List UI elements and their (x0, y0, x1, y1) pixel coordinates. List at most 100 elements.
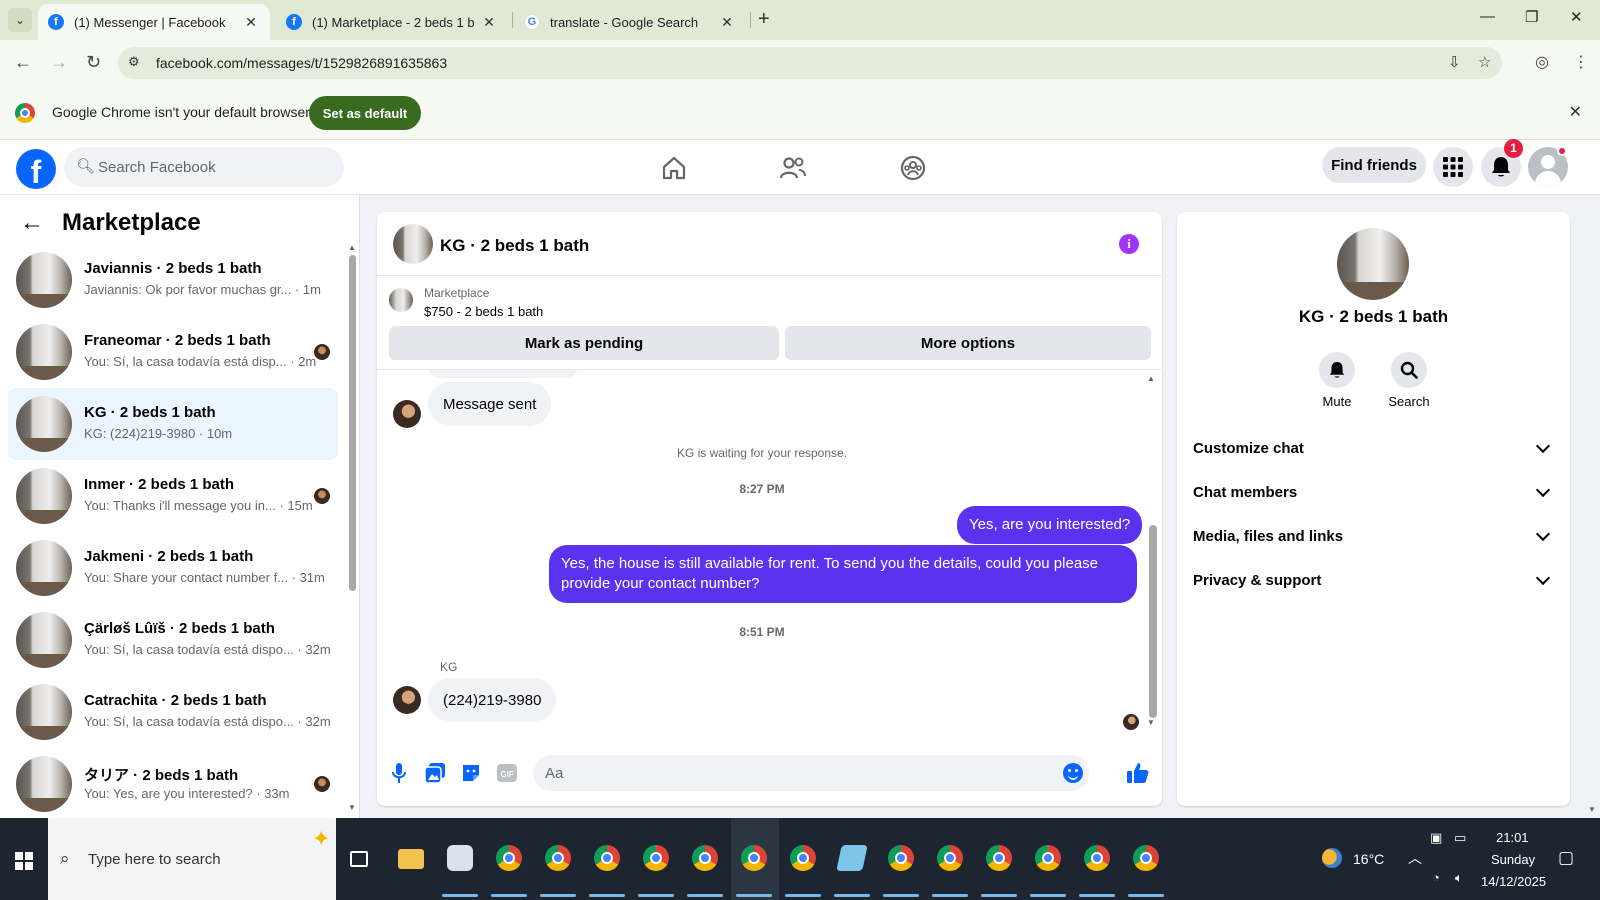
scroll-down-arrow-icon[interactable]: ▼ (1147, 718, 1155, 727)
chrome-icon[interactable] (545, 845, 571, 871)
app-icon[interactable] (447, 845, 473, 871)
tab-search-button[interactable]: ⌄ (8, 8, 32, 32)
chat-title[interactable]: KG · 2 beds 1 bath (440, 236, 589, 256)
conversation-item[interactable]: Jakmeni · 2 beds 1 bath You: Share your … (8, 532, 338, 604)
forward-icon[interactable]: → (50, 52, 68, 73)
listing-title[interactable]: $750 - 2 beds 1 bath (424, 304, 543, 319)
temperature[interactable]: 16°C (1353, 851, 1384, 867)
chat-listing-avatar[interactable] (393, 224, 433, 264)
tab-messenger[interactable]: f (1) Messenger | Facebook ✕ (38, 4, 270, 40)
gif-icon[interactable]: GIF (496, 762, 518, 784)
message-input-box[interactable] (533, 755, 1089, 791)
find-friends-button[interactable]: Find friends (1322, 147, 1426, 183)
mark-as-pending-button[interactable]: Mark as pending (389, 326, 779, 360)
facebook-search-input[interactable] (98, 147, 334, 187)
battery-icon[interactable]: ▭ (1454, 830, 1466, 846)
reload-icon[interactable]: ↻ (86, 52, 101, 73)
tab-marketplace[interactable]: f (1) Marketplace - 2 beds 1 bath ✕ (276, 4, 508, 40)
tab-google-search[interactable]: G translate - Google Search ✕ (514, 4, 746, 40)
voice-clip-icon[interactable] (388, 762, 410, 784)
notepad-icon[interactable] (836, 845, 868, 871)
chat-members-section[interactable]: Chat members (1193, 474, 1554, 510)
facebook-logo-icon[interactable]: f (16, 149, 56, 189)
conversation-item[interactable]: タリア · 2 beds 1 bath You: Yes, are you in… (8, 748, 338, 818)
back-icon[interactable]: ← (14, 52, 32, 73)
new-tab-icon[interactable]: + (758, 8, 770, 31)
conversation-item-active[interactable]: KG · 2 beds 1 bath KG: (224)219-3980 · 1… (8, 388, 338, 460)
scroll-down-arrow-icon[interactable]: ▼ (348, 803, 356, 812)
thumbs-up-icon[interactable] (1127, 762, 1149, 784)
taskbar-search-box[interactable]: ⌕ ✦ (48, 818, 336, 900)
page-scroll-down-icon[interactable]: ▼ (1588, 805, 1596, 814)
notifications-center-icon[interactable]: ▢ (1558, 848, 1574, 868)
attach-photo-icon[interactable] (424, 762, 446, 784)
scroll-up-arrow-icon[interactable]: ▲ (1147, 374, 1155, 383)
chrome-icon[interactable] (643, 845, 669, 871)
close-tab-icon[interactable]: ✕ (480, 14, 498, 31)
sidebar-scrollbar[interactable] (349, 255, 356, 591)
close-tab-icon[interactable]: ✕ (242, 14, 260, 31)
scroll-up-arrow-icon[interactable]: ▲ (348, 243, 356, 252)
mute-button[interactable]: Mute (1307, 352, 1367, 409)
url-text[interactable]: facebook.com/messages/t/1529826891635863 (156, 55, 447, 71)
clock-day[interactable]: Sunday (1491, 852, 1535, 867)
search-in-conversation-button[interactable]: Search (1379, 352, 1439, 409)
back-arrow-icon[interactable]: ← (20, 209, 44, 237)
minimize-icon[interactable]: — (1480, 8, 1495, 25)
site-info-icon[interactable]: ⚙ (128, 54, 140, 70)
message-input[interactable] (545, 755, 1045, 791)
chrome-icon[interactable] (888, 845, 914, 871)
clock-time[interactable]: 21:01 (1496, 830, 1529, 845)
conversation-item[interactable]: Catrachita · 2 beds 1 bath You: Sí, la c… (8, 676, 338, 748)
weather-icon[interactable] (1322, 848, 1342, 868)
privacy-support-section[interactable]: Privacy & support (1193, 562, 1554, 598)
profile-icon[interactable]: ◎ (1535, 52, 1549, 72)
conversation-item[interactable]: Inmer · 2 beds 1 bath You: Thanks i'll m… (8, 460, 338, 532)
menu-grid-icon[interactable] (1433, 147, 1473, 187)
media-files-links-section[interactable]: Media, files and links (1193, 518, 1554, 554)
sender-avatar[interactable] (393, 400, 421, 428)
volume-icon[interactable]: 🔈︎ (1455, 870, 1463, 886)
install-app-icon[interactable]: ⇩ (1448, 53, 1461, 71)
wifi-icon[interactable]: ◔ (1432, 870, 1440, 885)
chrome-icon[interactable] (937, 845, 963, 871)
chrome-icon[interactable] (496, 845, 522, 871)
sender-avatar[interactable] (393, 686, 421, 714)
friends-icon[interactable] (778, 153, 808, 183)
conversation-item[interactable]: Franeomar · 2 beds 1 bath You: Sí, la ca… (8, 316, 338, 388)
chrome-icon[interactable] (790, 845, 816, 871)
file-explorer-icon[interactable] (398, 849, 424, 869)
restore-icon[interactable]: ❐ (1525, 8, 1538, 26)
conversation-item[interactable]: Çärløš Lûïš · 2 beds 1 bath You: Sí, la … (8, 604, 338, 676)
chrome-icon[interactable] (1084, 845, 1110, 871)
chrome-icon[interactable] (1035, 845, 1061, 871)
more-options-button[interactable]: More options (785, 326, 1151, 360)
conversation-info-icon[interactable]: i (1119, 234, 1139, 254)
chrome-menu-icon[interactable]: ⋮ (1573, 52, 1589, 72)
sticker-icon[interactable] (460, 762, 482, 784)
chrome-icon[interactable] (741, 845, 767, 871)
conversation-item[interactable]: Javiannis · 2 beds 1 bath Javiannis: Ok … (8, 244, 338, 316)
facebook-search[interactable]: 🔍︎ (64, 147, 344, 187)
windows-start-icon[interactable] (15, 852, 33, 870)
meet-now-icon[interactable]: ▣ (1430, 830, 1442, 846)
chrome-icon[interactable] (594, 845, 620, 871)
taskbar-search-input[interactable] (88, 844, 288, 874)
emoji-icon[interactable] (1063, 763, 1083, 783)
show-hidden-icons-icon[interactable]: ︿ (1408, 848, 1422, 868)
close-tab-icon[interactable]: ✕ (718, 14, 736, 31)
customize-chat-section[interactable]: Customize chat (1193, 430, 1554, 466)
close-window-icon[interactable]: ✕ (1570, 8, 1583, 26)
details-listing-avatar[interactable] (1337, 228, 1409, 300)
chrome-icon[interactable] (1133, 845, 1159, 871)
home-icon[interactable] (659, 153, 689, 183)
bookmark-star-icon[interactable]: ☆ (1478, 53, 1491, 71)
close-infobar-icon[interactable]: ✕ (1569, 102, 1582, 122)
address-bar[interactable]: ⚙ facebook.com/messages/t/15298268916358… (118, 47, 1502, 79)
set-default-button[interactable]: Set as default (309, 96, 421, 130)
groups-icon[interactable] (898, 153, 928, 183)
chrome-icon[interactable] (986, 845, 1012, 871)
chrome-icon[interactable] (692, 845, 718, 871)
clock-date[interactable]: 14/12/2025 (1481, 874, 1546, 889)
task-view-icon[interactable] (350, 851, 368, 867)
